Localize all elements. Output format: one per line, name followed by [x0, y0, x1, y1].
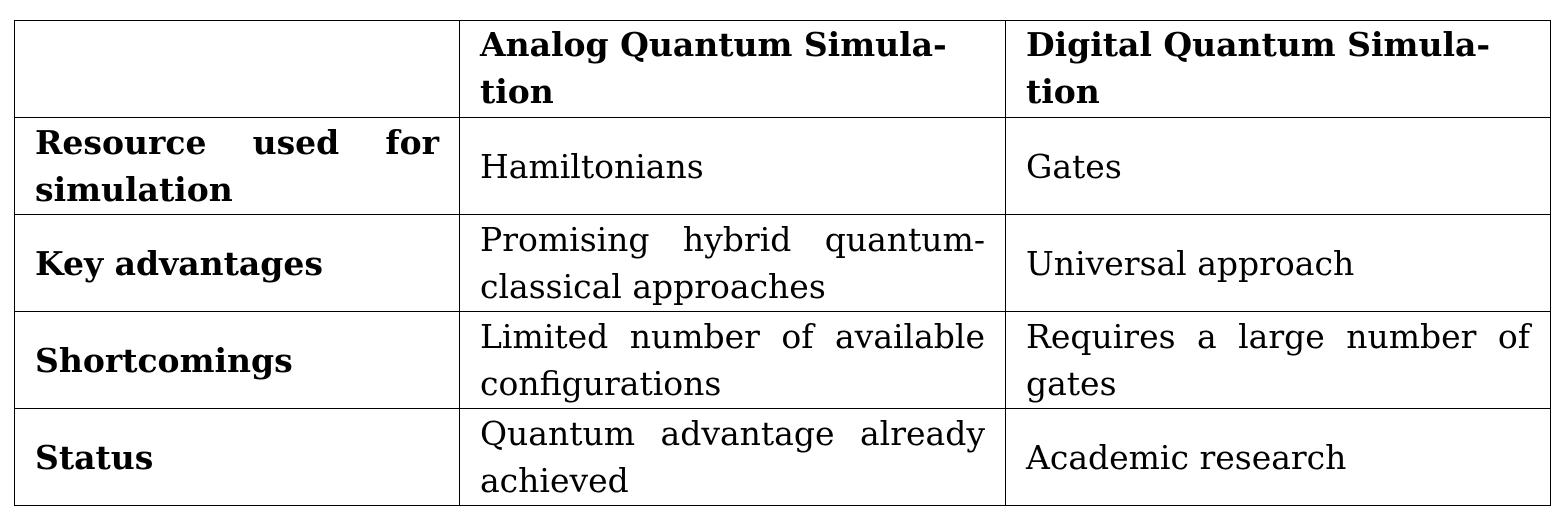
table-row: Key advantages Promising hybrid quantum-… — [14, 214, 1551, 312]
cell-digital-shortcomings: Requires a large number of gates — [1005, 311, 1551, 409]
row-label-advantages: Key advantages — [14, 214, 460, 312]
cell-analog-shortcomings: Limited number of available configuratio… — [459, 311, 1006, 409]
table-row: Resource used for simulation Hamiltonian… — [14, 117, 1551, 215]
row-label-resource: Resource used for simulation — [14, 117, 460, 215]
row-label-shortcomings: Shortcomings — [14, 311, 460, 409]
cell-digital-status: Academic research — [1005, 408, 1551, 506]
header-cell-digital: Digital Quantum Simula- tion — [1005, 20, 1551, 118]
table-row: Status Quantum advantage already achieve… — [14, 408, 1551, 506]
cell-analog-status: Quantum advantage already achieved — [459, 408, 1006, 506]
table-header-row: Analog Quantum Simula- tion Digital Quan… — [14, 20, 1551, 118]
table-row: Shortcomings Limited number of available… — [14, 311, 1551, 409]
cell-digital-resource: Gates — [1005, 117, 1551, 215]
header-cell-analog: Analog Quantum Simula- tion — [459, 20, 1006, 118]
header-cell-empty — [14, 20, 460, 118]
comparison-table: Analog Quantum Simula- tion Digital Quan… — [14, 20, 1551, 506]
cell-digital-advantages: Universal approach — [1005, 214, 1551, 312]
cell-analog-resource: Hamiltonians — [459, 117, 1006, 215]
row-label-status: Status — [14, 408, 460, 506]
cell-analog-advantages: Promising hybrid quantum-classical appro… — [459, 214, 1006, 312]
